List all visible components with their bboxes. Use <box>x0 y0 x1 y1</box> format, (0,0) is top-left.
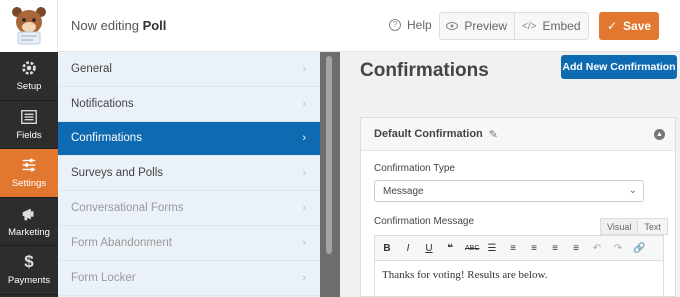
sidebar-item-label: Payments <box>7 275 51 287</box>
strikethrough-icon[interactable]: ABC <box>465 245 479 252</box>
link-icon[interactable]: 🔗 <box>633 243 645 254</box>
chevron-right-icon: › <box>302 271 306 284</box>
sidebar-item-settings[interactable]: Settings <box>0 149 58 198</box>
menu-item-label: Form Abandonment <box>71 236 173 249</box>
align-center-icon[interactable]: ≡ <box>549 243 561 254</box>
chevron-right-icon: › <box>302 97 306 110</box>
menu-scrollbar[interactable] <box>320 52 340 297</box>
bullet-list-icon[interactable]: ☰ <box>486 243 498 254</box>
editor-toolbar: B I U ❝ ABC ☰ ≡ ≡ ≡ ≡ ↶ ↷ 🔗 <box>375 236 663 261</box>
sidebar-item-fields[interactable]: Fields <box>0 101 58 149</box>
message-editor: B I U ❝ ABC ☰ ≡ ≡ ≡ ≡ ↶ ↷ 🔗 Thanks for v… <box>374 235 664 297</box>
sidebar-item-label: Settings <box>11 178 47 190</box>
numbered-list-icon[interactable]: ≡ <box>507 243 519 254</box>
preview-button[interactable]: Preview <box>440 13 514 39</box>
top-bar: Now editing Poll ? Help Preview </> Embe… <box>0 0 680 52</box>
menu-item-label: Surveys and Polls <box>71 167 164 180</box>
menu-item-form-abandonment[interactable]: Form Abandonment › <box>58 226 320 261</box>
preview-embed-group: Preview </> Embed <box>439 12 589 40</box>
sidebar-item-label: Fields <box>16 129 42 141</box>
list-icon <box>21 109 37 124</box>
main-panel: Confirmations Add New Confirmation Defau… <box>340 52 680 297</box>
confirmation-type-select[interactable]: Message ⌄ <box>374 180 644 202</box>
help-icon: ? <box>389 19 401 31</box>
confirmation-message-label: Confirmation Message <box>374 216 475 227</box>
wpforms-logo[interactable] <box>0 0 58 52</box>
chevron-right-icon: › <box>302 132 306 145</box>
form-name: Poll <box>142 18 167 33</box>
add-new-confirmation-button[interactable]: Add New Confirmation <box>561 55 677 79</box>
chevron-right-icon: › <box>302 167 306 180</box>
underline-icon[interactable]: U <box>423 243 435 254</box>
menu-item-general[interactable]: General › <box>58 52 320 87</box>
chevron-right-icon: › <box>302 236 306 249</box>
save-button[interactable]: ✓ Save <box>599 12 659 40</box>
italic-icon[interactable]: I <box>402 243 414 254</box>
undo-icon[interactable]: ↶ <box>591 243 603 254</box>
menu-item-form-locker[interactable]: Form Locker › <box>58 261 320 296</box>
bold-icon[interactable]: B <box>381 243 393 254</box>
embed-button[interactable]: </> Embed <box>513 13 589 39</box>
chevron-right-icon: › <box>302 202 306 215</box>
align-left-icon[interactable]: ≡ <box>528 243 540 254</box>
sliders-icon <box>22 158 36 172</box>
align-right-icon[interactable]: ≡ <box>570 243 582 254</box>
tab-text[interactable]: Text <box>638 218 668 235</box>
menu-item-conversational-forms[interactable]: Conversational Forms › <box>58 191 320 226</box>
card-title: Default Confirmation <box>374 128 483 140</box>
editing-title: Now editing Poll <box>71 18 166 33</box>
help-label: Help <box>407 18 432 32</box>
message-content[interactable]: Thanks for voting! Results are below. <box>375 261 663 289</box>
menu-item-confirmations[interactable]: Confirmations › <box>58 121 320 157</box>
quote-icon[interactable]: ❝ <box>444 243 456 254</box>
check-icon: ✓ <box>606 19 618 33</box>
sidebar-item-payments[interactable]: $ Payments <box>0 246 58 295</box>
code-icon: </> <box>522 20 537 32</box>
card-header[interactable]: Default Confirmation ✎ ▲ <box>361 118 675 151</box>
dollar-icon: $ <box>24 252 34 272</box>
collapse-toggle-icon[interactable]: ▲ <box>654 128 665 140</box>
menu-item-label: Form Locker <box>71 271 136 284</box>
pencil-icon[interactable]: ✎ <box>489 128 498 141</box>
sidebar-item-label: Setup <box>16 81 42 93</box>
select-value: Message <box>383 186 424 197</box>
confirmation-type-label: Confirmation Type <box>374 163 455 174</box>
chevron-down-icon: ⌄ <box>628 185 637 196</box>
menu-item-label: Notifications <box>71 97 134 110</box>
menu-item-label: Conversational Forms <box>71 202 184 215</box>
sidebar-item-label: Marketing <box>8 226 50 238</box>
builder-sidebar: Setup Fields Settings Marketing $ Paymen… <box>0 52 58 297</box>
save-label: Save <box>623 19 652 33</box>
embed-label: Embed <box>542 19 581 33</box>
redo-icon[interactable]: ↷ <box>612 243 624 254</box>
chevron-right-icon: › <box>302 62 306 75</box>
menu-item-surveys-polls[interactable]: Surveys and Polls › <box>58 156 320 192</box>
menu-item-label: Confirmations <box>71 132 142 145</box>
editing-prefix: Now editing <box>71 18 139 33</box>
tab-visual[interactable]: Visual <box>600 218 639 235</box>
bear-logo-icon <box>12 7 46 45</box>
editor-tabs: Visual Text <box>600 218 668 235</box>
eye-icon <box>446 22 459 30</box>
scrollbar-thumb[interactable] <box>326 56 332 254</box>
gear-icon <box>22 61 36 75</box>
settings-menu: General › Notifications › Confirmations … <box>58 52 320 297</box>
preview-label: Preview <box>464 19 508 33</box>
menu-item-label: General <box>71 62 112 75</box>
menu-item-notifications[interactable]: Notifications › <box>58 87 320 122</box>
page-title: Confirmations <box>360 60 489 81</box>
megaphone-icon <box>22 208 34 221</box>
help-button[interactable]: ? Help <box>389 18 432 32</box>
sidebar-item-marketing[interactable]: Marketing <box>0 198 58 246</box>
sidebar-item-setup[interactable]: Setup <box>0 52 58 101</box>
confirmation-card: Default Confirmation ✎ ▲ Confirmation Ty… <box>360 117 676 297</box>
